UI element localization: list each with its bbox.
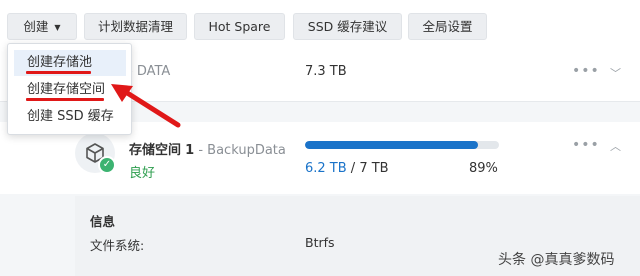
caret-down-icon: ▼	[54, 23, 61, 32]
total-capacity: 7 TB	[359, 161, 389, 176]
chevron-up-icon[interactable]: ︿	[610, 138, 621, 154]
volume-pool-name: BackupData	[207, 143, 286, 158]
volume-title: 存储空间 1 - BackupData	[129, 139, 286, 158]
used-capacity: 6.2 TB	[305, 161, 347, 176]
chevron-down-icon[interactable]: ﹀	[610, 65, 621, 81]
usage-percent: 89%	[469, 161, 498, 176]
global-settings-button[interactable]: 全局设置	[408, 13, 487, 40]
usage-progress-fill	[305, 141, 478, 149]
check-icon: ✓	[98, 156, 116, 174]
ssd-cache-advisor-button[interactable]: SSD 缓存建议	[293, 13, 402, 40]
annotation-arrow-icon	[111, 84, 181, 128]
volume-separator: -	[194, 143, 208, 158]
pool-name: - DATA	[128, 64, 171, 79]
more-icon[interactable]: •••	[572, 137, 600, 153]
toolbar: 创建 ▼ 计划数据清理 Hot Spare SSD 缓存建议 全局设置	[0, 0, 640, 48]
volume-label: 存储空间	[129, 143, 182, 158]
create-button[interactable]: 创建 ▼	[7, 13, 77, 40]
watermark: 头条 @真真爹数码	[498, 252, 615, 268]
annotation-underline	[26, 71, 91, 74]
create-button-label: 创建	[23, 19, 49, 34]
usage-text: 6.2 TB / 7 TB	[305, 161, 389, 176]
volume-number: 1	[185, 143, 195, 158]
usage-progress-bar	[305, 141, 499, 149]
filesystem-value: Btrfs	[305, 235, 335, 250]
volume-status: 良好	[129, 166, 156, 181]
hot-spare-button[interactable]: Hot Spare	[194, 13, 285, 40]
more-icon[interactable]: •••	[572, 63, 600, 79]
capacity-separator: /	[346, 161, 360, 176]
volume-cube-icon: ✓	[75, 133, 116, 174]
scheduled-scrubbing-button[interactable]: 计划数据清理	[84, 13, 187, 40]
filesystem-label: 文件系统:	[90, 238, 145, 253]
info-title: 信息	[90, 214, 116, 229]
annotation-underline	[26, 98, 104, 101]
pool-size: 7.3 TB	[305, 64, 347, 79]
